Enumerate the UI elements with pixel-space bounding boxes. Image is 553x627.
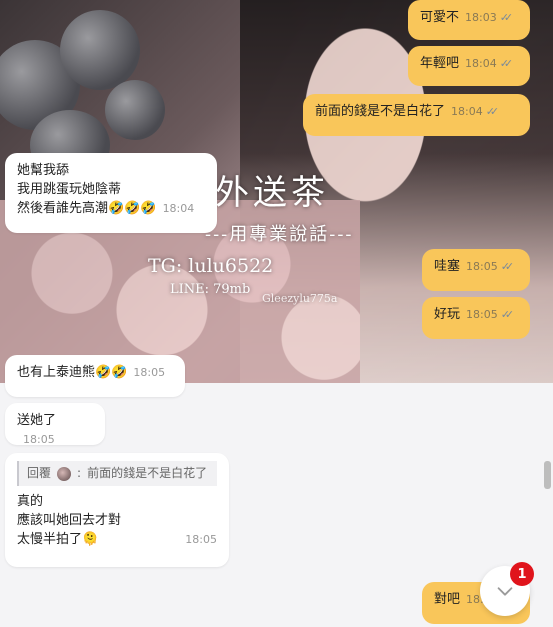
message-outgoing[interactable]: 可愛不 18:03 ✓✓	[408, 0, 530, 40]
message-time: 18:03	[465, 11, 497, 24]
read-check-icon: ✓✓	[499, 11, 514, 24]
read-check-icon: ✓✓	[499, 57, 514, 70]
reply-separator: :	[77, 466, 82, 480]
message-incoming-reply[interactable]: 回覆 : 前面的錢是不是白花了 真的 應該叫她回去才對 太慢半拍了🫠 18:05	[5, 453, 229, 567]
message-incoming[interactable]: 送她了 18:05	[5, 403, 105, 446]
message-time: 18:05	[185, 533, 217, 546]
unread-count-badge: 1	[510, 562, 534, 586]
message-outgoing[interactable]: 好玩 18:05 ✓✓	[422, 297, 530, 339]
message-line: 我用跳蛋玩她陰蒂	[17, 182, 122, 197]
message-text: 對吧	[434, 592, 461, 607]
watermark-line: LINE: 79mb	[170, 282, 251, 297]
message-time: 18:05	[23, 433, 55, 446]
message-line: 太慢半拍了🫠	[17, 532, 99, 547]
message-time: 18:05	[133, 366, 166, 379]
chevron-down-icon	[497, 587, 513, 596]
message-incoming[interactable]: 也有上泰迪熊🤣🤣 18:05	[5, 355, 185, 397]
message-time: 18:05	[466, 308, 498, 321]
message-time: 18:05	[466, 260, 498, 273]
message-text: 也有上泰迪熊🤣🤣	[17, 365, 128, 380]
message-time: 18:04	[451, 105, 483, 118]
reply-quote[interactable]: 回覆 : 前面的錢是不是白花了	[17, 461, 217, 486]
message-incoming[interactable]: 她幫我舔 我用跳蛋玩她陰蒂 然後看誰先高潮🤣🤣🤣 18:04	[5, 153, 217, 233]
message-line: 然後看誰先高潮🤣🤣🤣	[17, 201, 157, 216]
watermark-subtitle: ---用專業說話---	[205, 224, 354, 245]
avatar	[57, 466, 72, 481]
message-text: 年輕吧	[420, 56, 460, 71]
message-line: 應該叫她回去才對	[17, 513, 122, 528]
message-text: 好玩	[434, 307, 461, 322]
message-line: 她幫我舔	[17, 163, 70, 178]
message-line: 真的	[17, 494, 44, 509]
watermark-handle: Gleezylu775a	[262, 292, 338, 305]
scrollbar-thumb[interactable]	[544, 461, 551, 489]
watermark-title: 外送茶	[215, 173, 329, 213]
read-check-icon: ✓✓	[500, 260, 515, 273]
message-outgoing[interactable]: 前面的錢是不是白花了 18:04 ✓✓	[303, 94, 530, 136]
message-time: 18:04	[162, 202, 195, 215]
message-outgoing[interactable]: 哇塞 18:05 ✓✓	[422, 249, 530, 291]
message-text: 送她了	[17, 413, 57, 428]
message-text: 可愛不	[420, 10, 460, 25]
message-time: 18:04	[465, 57, 497, 70]
message-outgoing[interactable]: 年輕吧 18:04 ✓✓	[408, 46, 530, 86]
read-check-icon: ✓✓	[500, 308, 515, 321]
message-text: 哇塞	[434, 259, 461, 274]
message-text: 前面的錢是不是白花了	[315, 104, 446, 119]
read-check-icon: ✓✓	[485, 105, 500, 118]
watermark-tg: TG: lulu6522	[148, 255, 274, 277]
reply-quoted-text: 前面的錢是不是白花了	[87, 466, 208, 480]
reply-label: 回覆	[27, 466, 52, 480]
